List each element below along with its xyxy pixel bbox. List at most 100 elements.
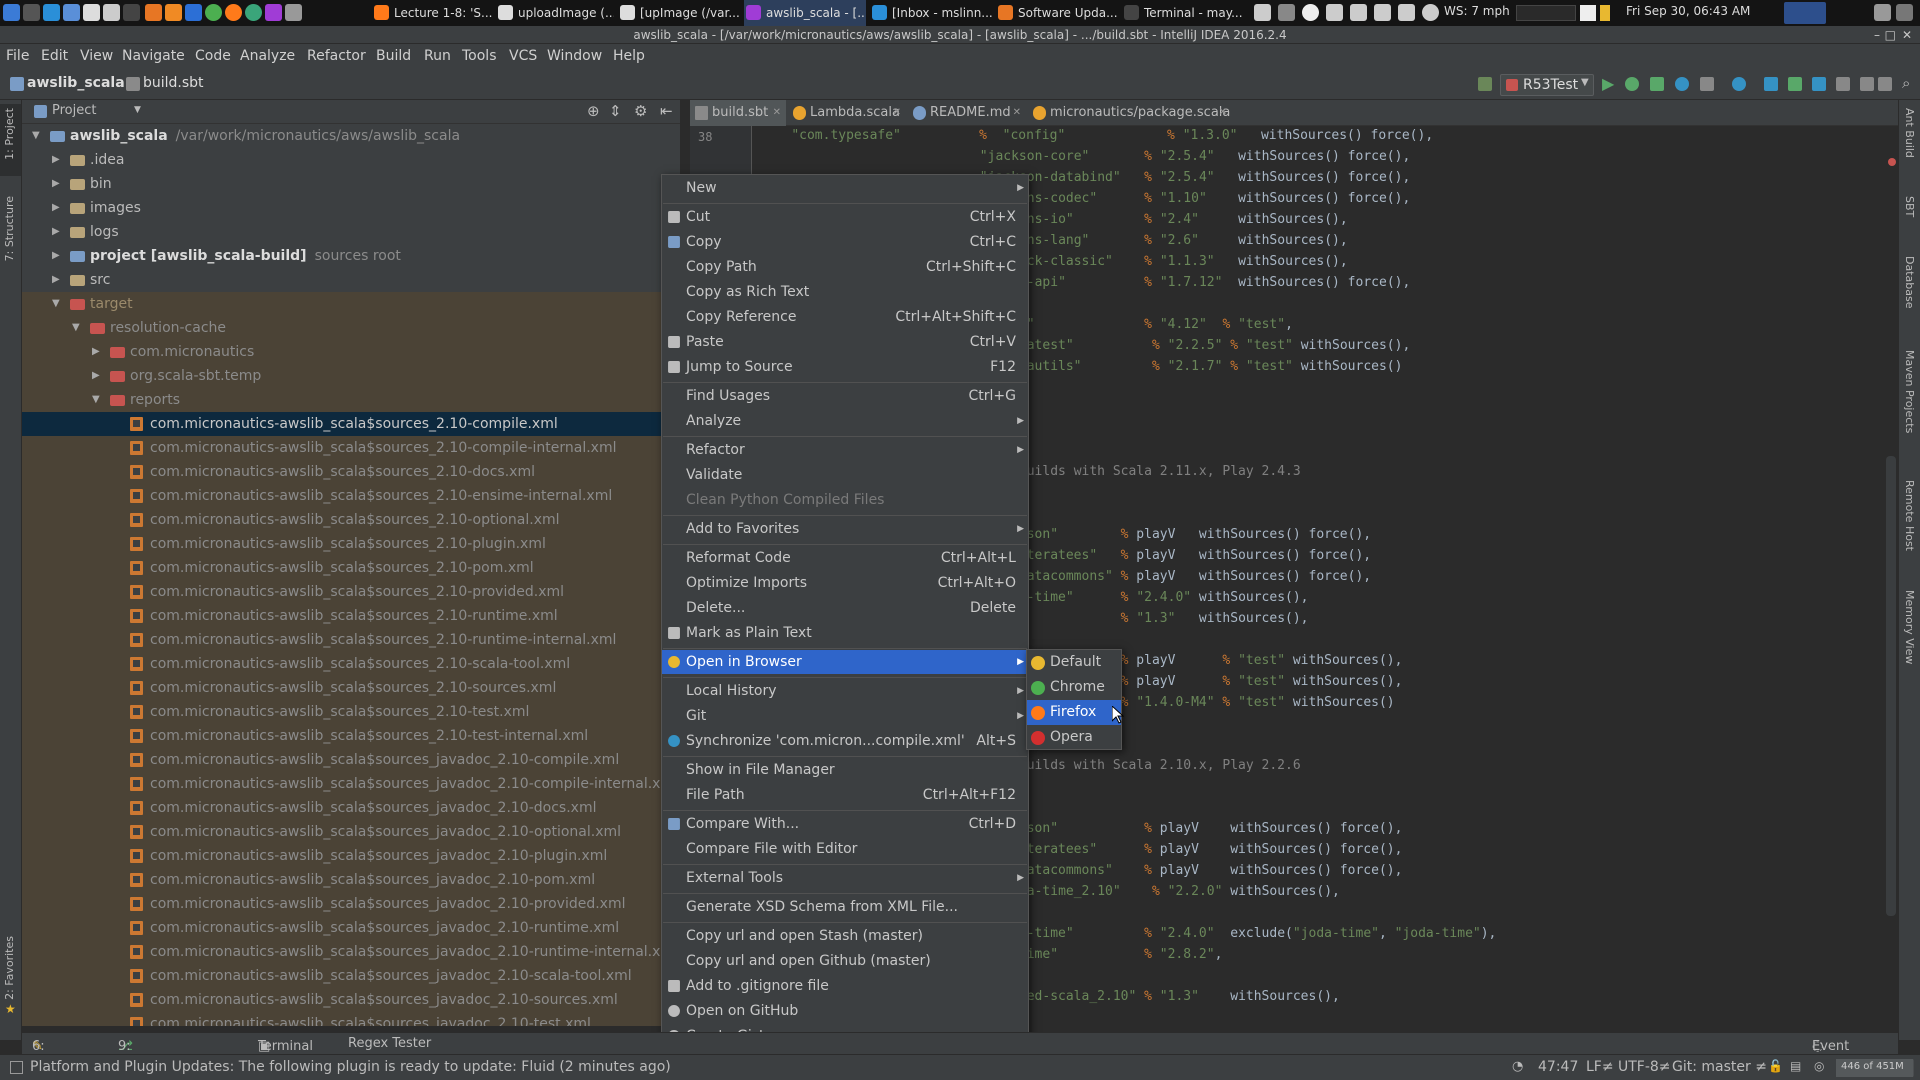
debug-icon[interactable] bbox=[1625, 77, 1639, 91]
tree-folder-item[interactable]: ▶ src bbox=[22, 268, 680, 292]
menu-window[interactable]: Window bbox=[547, 48, 602, 64]
close-tab-icon[interactable]: ✕ bbox=[1013, 100, 1021, 126]
collapse-all-icon[interactable]: ⇕ bbox=[609, 102, 622, 120]
battery-icon[interactable] bbox=[1350, 4, 1367, 21]
status-message[interactable]: Platform and Plugin Updates: The followi… bbox=[30, 1059, 671, 1075]
drive-icon[interactable] bbox=[1398, 4, 1415, 21]
tool-tab-memory-view[interactable]: Memory View bbox=[1903, 590, 1916, 664]
tree-file-item[interactable]: com.micronautics-awslib_scala$sources_ja… bbox=[22, 820, 680, 844]
menu-help[interactable]: Help bbox=[613, 48, 645, 64]
run-config-dropdown[interactable]: R53Test ▼ bbox=[1500, 74, 1594, 96]
tree-file-item[interactable]: com.micronautics-awslib_scala$sources_2.… bbox=[22, 556, 680, 580]
tree-file-item[interactable]: com.micronautics-awslib_scala$sources_2.… bbox=[22, 412, 680, 436]
tree-file-item[interactable]: com.micronautics-awslib_scala$sources_2.… bbox=[22, 484, 680, 508]
tree-folder-item[interactable]: ▼ target bbox=[22, 292, 680, 316]
tree-file-item[interactable]: com.micronautics-awslib_scala$sources_ja… bbox=[22, 940, 680, 964]
readonly-lock-icon[interactable]: 🔓 bbox=[1768, 1059, 1783, 1073]
inspection-icon[interactable]: ▤ bbox=[1790, 1059, 1801, 1073]
editor-tab[interactable]: Lambda.scala ✕ bbox=[788, 100, 906, 126]
coverage-icon[interactable] bbox=[1650, 77, 1664, 91]
editor-tab[interactable]: micronautics/package.scala ✕ bbox=[1028, 100, 1232, 126]
menu-item-copy[interactable]: Copy Ctrl+C bbox=[662, 230, 1028, 254]
error-stripe-icon[interactable] bbox=[1888, 158, 1896, 166]
tree-file-item[interactable]: com.micronautics-awslib_scala$sources_ja… bbox=[22, 796, 680, 820]
tree-folder-item[interactable]: ▼ reports bbox=[22, 388, 680, 412]
menu-item-file-path[interactable]: File Path Ctrl+Alt+F12 bbox=[662, 783, 1028, 807]
wifi-icon[interactable] bbox=[1302, 4, 1319, 21]
tree-file-item[interactable]: com.micronautics-awslib_scala$sources_2.… bbox=[22, 580, 680, 604]
line-separator[interactable]: LF≠ bbox=[1586, 1059, 1614, 1075]
breadcrumb-project[interactable]: awslib_scala bbox=[27, 75, 125, 91]
menu-tools[interactable]: Tools bbox=[462, 48, 497, 64]
task-terminal[interactable]: Terminal - may... bbox=[1122, 0, 1248, 26]
tree-file-item[interactable]: com.micronautics-awslib_scala$sources_2.… bbox=[22, 628, 680, 652]
menu-item-copy-url-and-open-stash-master[interactable]: Copy url and open Stash (master) bbox=[662, 924, 1028, 948]
tree-file-item[interactable]: com.micronautics-awslib_scala$sources_2.… bbox=[22, 676, 680, 700]
tree-file-item[interactable]: com.micronautics-awslib_scala$sources_ja… bbox=[22, 964, 680, 988]
vcs-commit-icon[interactable] bbox=[1788, 77, 1802, 91]
status-toggle-icon[interactable] bbox=[10, 1061, 23, 1074]
terminal-launcher-icon[interactable] bbox=[123, 4, 140, 21]
tree-file-item[interactable]: com.micronautics-awslib_scala$sources_2.… bbox=[22, 460, 680, 484]
tree-file-item[interactable]: com.micronautics-awslib_scala$sources_ja… bbox=[22, 988, 680, 1012]
tree-file-item[interactable]: com.micronautics-awslib_scala$sources_2.… bbox=[22, 604, 680, 628]
editor-tab[interactable]: build.sbt ✕ bbox=[690, 100, 786, 126]
sublime-icon[interactable] bbox=[145, 4, 162, 21]
screenshot-icon[interactable] bbox=[63, 4, 80, 21]
menu-edit[interactable]: Edit bbox=[41, 48, 68, 64]
menu-item-find-usages[interactable]: Find Usages Ctrl+G bbox=[662, 384, 1028, 408]
tool-tab-maven[interactable]: Maven Projects bbox=[1903, 350, 1916, 433]
menu-item-add-to-gitignore-file[interactable]: Add to .gitignore file bbox=[662, 974, 1028, 998]
browser-option-default[interactable]: Default bbox=[1027, 650, 1121, 675]
tree-folder-item[interactable]: ▼ awslib_scala/var/work/micronautics/aws/… bbox=[22, 124, 680, 148]
tree-file-item[interactable]: com.micronautics-awslib_scala$sources_ja… bbox=[22, 844, 680, 868]
launcher-icon[interactable] bbox=[185, 4, 202, 21]
edit-icon[interactable] bbox=[1326, 4, 1343, 21]
tree-file-item[interactable]: com.micronautics-awslib_scala$sources_2.… bbox=[22, 652, 680, 676]
thunderbird-icon[interactable] bbox=[43, 4, 60, 21]
menu-item-synchronize-com-micron-compile-xml[interactable]: Synchronize 'com.micron...compile.xml' Al… bbox=[662, 729, 1028, 753]
tool-tab-project[interactable]: 1: Project bbox=[3, 108, 16, 160]
inkscape-icon[interactable] bbox=[23, 4, 40, 21]
close-tab-icon[interactable]: ✕ bbox=[893, 100, 901, 126]
tree-folder-item[interactable]: ▶ bin bbox=[22, 172, 680, 196]
menu-refactor[interactable]: Refactor bbox=[307, 48, 366, 64]
mail-icon[interactable] bbox=[1254, 4, 1271, 21]
menu-item-open-in-browser[interactable]: Open in Browser ▶ bbox=[662, 650, 1028, 674]
menu-item-delete[interactable]: Delete... Delete bbox=[662, 596, 1028, 620]
tool-tab-sbt[interactable]: SBT bbox=[1903, 196, 1916, 217]
firefox-icon[interactable] bbox=[225, 4, 242, 21]
menu-item-new[interactable]: New ▶ bbox=[662, 176, 1028, 200]
tree-folder-item[interactable]: ▶ .idea bbox=[22, 148, 680, 172]
intellij-launcher-icon[interactable] bbox=[265, 4, 282, 21]
tree-folder-item[interactable]: ▶ project [awslib_scala-build] sources roo… bbox=[22, 244, 680, 268]
menu-item-paste[interactable]: Paste Ctrl+V bbox=[662, 330, 1028, 354]
task-upload-image[interactable]: uploadImage (... bbox=[496, 0, 614, 26]
minimize-button[interactable]: – bbox=[1874, 26, 1880, 44]
menu-item-cut[interactable]: Cut Ctrl+X bbox=[662, 205, 1028, 229]
menu-item-show-in-file-manager[interactable]: Show in File Manager bbox=[662, 758, 1028, 782]
menu-file[interactable]: File bbox=[6, 48, 29, 64]
vcs-compare-icon[interactable] bbox=[1812, 77, 1826, 91]
tree-expanded-arrow-icon[interactable]: ▼ bbox=[52, 292, 60, 316]
tool-tab-ant-build[interactable]: Ant Build bbox=[1903, 108, 1916, 158]
clock[interactable]: Fri Sep 30, 06:43 AM bbox=[1626, 4, 1750, 18]
tree-file-item[interactable]: com.micronautics-awslib_scala$sources_2.… bbox=[22, 724, 680, 748]
menu-item-optimize-imports[interactable]: Optimize Imports Ctrl+Alt+O bbox=[662, 571, 1028, 595]
intellij-tray-icon[interactable] bbox=[1784, 2, 1826, 24]
scroll-from-source-icon[interactable]: ⊕ bbox=[587, 102, 600, 120]
menu-item-jump-to-source[interactable]: Jump to Source F12 bbox=[662, 355, 1028, 379]
tree-folder-item[interactable]: ▶ logs bbox=[22, 220, 680, 244]
menu-code[interactable]: Code bbox=[195, 48, 231, 64]
help-icon[interactable] bbox=[1675, 77, 1689, 91]
close-tab-icon[interactable]: ✕ bbox=[773, 100, 781, 126]
revert-icon[interactable] bbox=[1860, 77, 1874, 91]
file-manager-icon[interactable] bbox=[103, 4, 120, 21]
app-icon[interactable] bbox=[245, 4, 262, 21]
search-everywhere-icon[interactable]: ⌕ bbox=[1902, 74, 1910, 92]
brave-icon[interactable] bbox=[165, 4, 182, 21]
file-encoding[interactable]: UTF-8≠ bbox=[1618, 1059, 1671, 1075]
menu-item-reformat-code[interactable]: Reformat Code Ctrl+Alt+L bbox=[662, 546, 1028, 570]
menu-item-validate[interactable]: Validate bbox=[662, 463, 1028, 487]
task-inbox[interactable]: [Inbox - mslinn... bbox=[870, 0, 992, 26]
